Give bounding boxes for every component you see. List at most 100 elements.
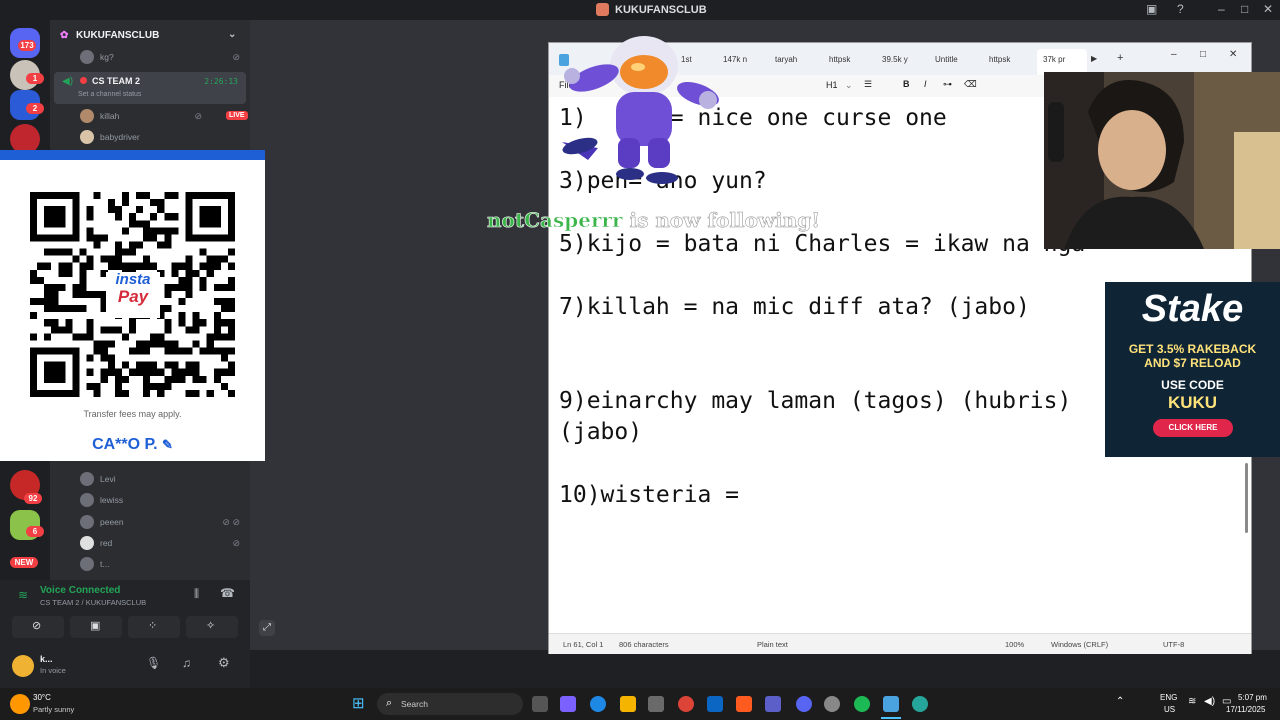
chrome-icon[interactable] — [678, 696, 694, 712]
search-box[interactable]: ⌕ Search — [377, 693, 523, 715]
help-icon[interactable]: ? — [1177, 2, 1184, 16]
noise-suppression-icon[interactable]: ⫼ — [194, 588, 199, 601]
activities-icon: ⁘ — [148, 620, 158, 632]
notepad-tab[interactable]: 39.5k y — [882, 55, 908, 64]
start-icon[interactable]: ⊞ — [352, 696, 368, 712]
notepad-tab[interactable]: httpsk — [989, 55, 1010, 64]
chevron-down-icon[interactable]: ⌄ — [845, 80, 853, 91]
character-count: 806 characters — [619, 640, 669, 649]
unread-badge: 2 — [26, 103, 44, 114]
italic-icon[interactable]: I — [924, 79, 927, 89]
close-button[interactable]: ✕ — [1229, 49, 1237, 60]
tab-scroll-right-icon[interactable]: ▶ — [1091, 54, 1097, 63]
fee-note: Transfer fees may apply. — [83, 409, 182, 419]
voice-member[interactable]: t... — [80, 555, 109, 573]
zoom-level: 100% — [1005, 640, 1025, 649]
bold-icon[interactable]: B — [903, 79, 910, 89]
camera-button[interactable]: ⊘ — [12, 616, 64, 638]
stake-ad[interactable]: Stake GET 3.5% RAKEBACK AND $7 RELOAD US… — [1105, 282, 1280, 457]
clock-date: 17/11/2025 — [1226, 705, 1266, 714]
soundboard-button[interactable]: ✧ — [186, 616, 238, 638]
clear-format-icon[interactable]: ⌫ — [964, 79, 977, 90]
app-icon[interactable] — [736, 696, 752, 712]
text-line: (jabo) — [559, 419, 643, 445]
close-button[interactable]: ✕ — [1263, 2, 1273, 16]
notepad-tab[interactable]: 147k n — [723, 55, 747, 64]
notepad-tab[interactable]: taryah — [775, 55, 797, 64]
language[interactable]: ENG — [1160, 693, 1177, 702]
voice-member[interactable]: peeen — [80, 513, 124, 531]
server-name: KUKUFANSCLUB — [76, 30, 160, 41]
discord-app-icon — [596, 3, 609, 16]
microphone-icon[interactable]: 🎙︎ — [146, 656, 161, 670]
member-name: t... — [100, 559, 110, 569]
qr-card-header — [0, 150, 265, 160]
weather-icon[interactable] — [10, 694, 30, 714]
wifi-icon[interactable]: ≋ — [1188, 696, 1196, 707]
discord-icon[interactable] — [796, 696, 812, 712]
avatar — [80, 472, 94, 486]
task-view-icon[interactable] — [532, 696, 548, 712]
maximize-button[interactable]: □ — [1200, 49, 1206, 60]
tray-chevron-icon[interactable]: ⌃ — [1116, 696, 1124, 707]
inbox-icon[interactable]: ▣ — [1146, 2, 1157, 16]
spotify-icon[interactable] — [854, 696, 870, 712]
heading-dropdown[interactable]: H1 — [826, 80, 838, 90]
new-tab-icon[interactable]: + — [1117, 52, 1123, 64]
avatar — [80, 50, 94, 64]
title-bar: KUKUFANSCLUB ▣ ? – □ ✕ — [0, 0, 1280, 20]
minimize-button[interactable]: – — [1218, 2, 1225, 16]
channel-status-hint[interactable]: Set a channel status — [78, 91, 141, 98]
voice-member[interactable]: Levi — [80, 470, 116, 488]
qr-code: insta Pay — [30, 192, 235, 397]
ad-use-code: USE CODE — [1161, 378, 1224, 392]
activities-button[interactable]: ⁘ — [128, 616, 180, 638]
qr-payment-card: insta Pay Transfer fees may apply. CA**O… — [0, 150, 265, 461]
chevron-down-icon[interactable]: ⌄ — [228, 29, 236, 40]
outlook-icon[interactable] — [707, 696, 723, 712]
voice-member[interactable]: killah — [80, 107, 119, 125]
clock-time[interactable]: 5:07 pm — [1238, 693, 1267, 702]
voice-member[interactable]: lewiss — [80, 491, 123, 509]
headphones-icon[interactable]: ♫ — [182, 656, 191, 670]
avatar[interactable] — [12, 655, 34, 677]
voice-member[interactable]: babydriver — [80, 128, 140, 146]
notepad-icon[interactable] — [883, 696, 899, 712]
file-explorer-icon[interactable] — [620, 696, 636, 712]
obs-icon[interactable] — [824, 696, 840, 712]
copilot-icon[interactable] — [560, 696, 576, 712]
app-icon[interactable] — [912, 696, 928, 712]
camera-off-icon: ⊘ — [32, 620, 42, 632]
teams-icon[interactable] — [765, 696, 781, 712]
edit-pencil-icon[interactable]: ✎ — [162, 437, 173, 452]
server-boost-icon: ✿ — [60, 30, 69, 41]
window-title-text: KUKUFANSCLUB — [615, 3, 707, 16]
click-here-button[interactable]: CLICK HERE — [1153, 419, 1233, 437]
account-name-row: CA**O P. ✎ — [0, 436, 265, 454]
voice-channel-active[interactable]: ◀) CS TEAM 2 2:26:13 Set a channel statu… — [54, 72, 246, 104]
unread-badge: 6 — [26, 526, 44, 537]
webcam-image — [1044, 72, 1280, 249]
settings-gear-icon[interactable]: ⚙ — [218, 655, 230, 671]
notepad-tab-label: 37k pr — [1043, 55, 1066, 64]
voice-panel: ≋ Voice Connected CS TEAM 2 / KUKUFANSCL… — [0, 580, 250, 650]
mute-icon: ⊘ — [232, 538, 240, 548]
volume-icon[interactable]: ◀) — [1204, 696, 1215, 707]
avatar — [80, 557, 94, 571]
list-icon[interactable]: ☰ — [864, 79, 872, 90]
voice-member[interactable]: red — [80, 534, 112, 552]
screen-share-button[interactable]: ▣ — [70, 616, 122, 638]
scrollbar-thumb[interactable] — [1245, 463, 1248, 533]
popout-icon[interactable]: ⤢ — [259, 620, 275, 636]
voice-member[interactable]: kg? — [80, 48, 114, 66]
link-icon[interactable]: ⊶ — [943, 79, 952, 90]
notepad-tab[interactable]: httpsk — [829, 55, 850, 64]
notepad-tab[interactable]: Untitle — [935, 55, 958, 64]
disconnect-icon[interactable]: ☎ — [220, 586, 235, 600]
minimize-button[interactable]: – — [1171, 49, 1177, 60]
weather-desc: Partly sunny — [33, 705, 75, 714]
edge-icon[interactable] — [590, 696, 606, 712]
store-icon[interactable] — [648, 696, 664, 712]
maximize-button[interactable]: □ — [1241, 2, 1248, 16]
voice-channel[interactable]: CS TEAM 2 / KUKUFANSCLUB — [40, 598, 146, 607]
